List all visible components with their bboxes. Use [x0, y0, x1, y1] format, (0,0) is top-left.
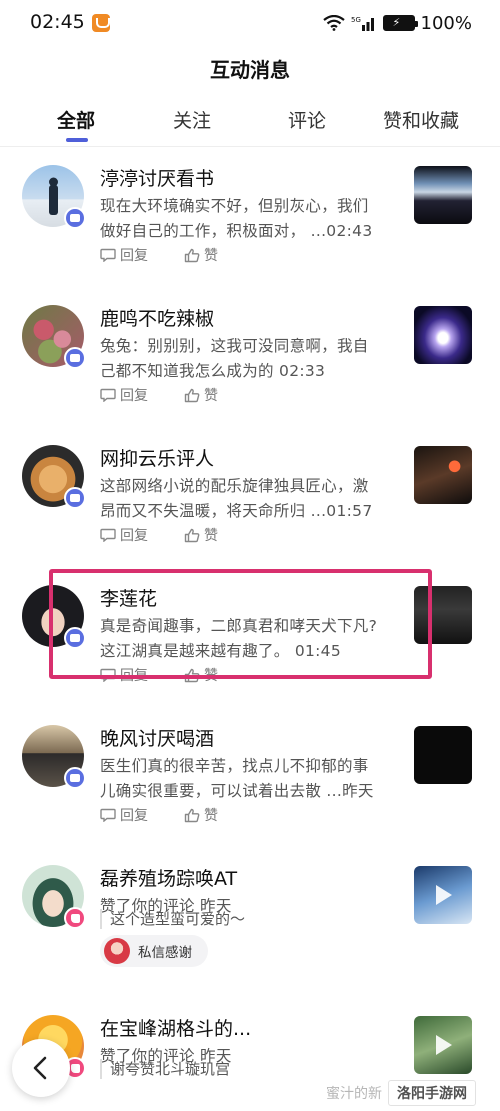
tab-comments[interactable]: 评论	[288, 106, 326, 133]
reply-label: 回复	[120, 388, 148, 404]
tab-likes-favorites[interactable]: 赞和收藏	[383, 106, 459, 133]
battery-level: 100%	[420, 12, 472, 34]
reply-label: 回复	[120, 248, 148, 264]
item-actions: 回复 赞	[100, 805, 254, 825]
battery-icon: ⚡	[382, 15, 418, 31]
like-label: 赞	[204, 528, 218, 544]
list-item[interactable]: 磊养殖场踪唤AT 赞了你的评论 昨天 这个造型蛮可爱的～ 私信感谢	[0, 865, 500, 1005]
status-time: 02:45	[30, 11, 85, 33]
comment-text-line: 做好自己的工作，积极面对， ...02:43	[100, 222, 373, 240]
comment-text-line: 这部网络小说的配乐旋律独具匠心，激	[100, 477, 369, 495]
app-notification-icon	[92, 14, 110, 32]
signal-icon: 5G	[351, 16, 374, 31]
item-actions: 回复 赞	[100, 245, 254, 265]
tab-bar: 全部 关注 评论 赞和收藏	[0, 100, 500, 144]
watermark-logo: 洛阳手游网	[388, 1080, 476, 1106]
status-bar: 02:45 5G ⚡ 100%	[0, 0, 500, 46]
list-item[interactable]: 网抑云乐评人 这部网络小说的配乐旋律独具匠心，激 昂而又不失温暖，将天命所归 .…	[0, 445, 500, 585]
watermark-text: 蜜汁的新	[326, 1086, 382, 1102]
user-name[interactable]: 在宝峰湖格斗的...	[100, 1014, 251, 1041]
chevron-left-icon	[33, 1056, 47, 1080]
user-name[interactable]: 网抑云乐评人	[100, 444, 214, 471]
reply-icon	[100, 248, 116, 262]
message-badge-icon	[64, 347, 86, 369]
thumbs-up-icon	[184, 808, 200, 822]
post-thumbnail[interactable]	[414, 306, 472, 364]
like-badge-icon	[64, 907, 86, 929]
post-thumbnail[interactable]	[414, 1016, 472, 1074]
thanks-label: 私信感谢	[138, 945, 192, 961]
comment-text-line: 现在大环境确实不好，但别灰心，我们	[100, 197, 369, 215]
highlight-box	[49, 569, 432, 679]
list-item[interactable]: 鹿鸣不吃辣椒 兔兔：别别别，这我可没同意啊，我自 己都不知道我怎么成为的 02:…	[0, 305, 500, 445]
thumbs-up-icon	[184, 248, 200, 262]
wifi-icon	[322, 15, 345, 31]
list-item[interactable]: 渟渟讨厌看书 现在大环境确实不好，但别灰心，我们 做好自己的工作，积极面对， .…	[0, 165, 500, 305]
thumbs-up-icon	[184, 528, 200, 542]
comment-text-line: 儿确实很重要，可以试着出去散 ...昨天	[100, 782, 374, 800]
item-actions: 回复 赞	[100, 525, 254, 545]
reply-button[interactable]: 回复	[100, 385, 148, 405]
tab-follow[interactable]: 关注	[173, 106, 211, 133]
network-type: 5G	[351, 16, 361, 24]
like-label: 赞	[204, 388, 218, 404]
comment-text-line: 己都不知道我怎么成为的 02:33	[100, 362, 326, 380]
page-title: 互动消息	[210, 58, 290, 82]
thanks-message-button[interactable]: 私信感谢	[100, 935, 208, 967]
watermark: 蜜汁的新 洛阳手游网	[326, 1080, 476, 1106]
back-button[interactable]	[12, 1039, 70, 1097]
tab-all[interactable]: 全部	[57, 106, 95, 133]
like-label: 赞	[204, 248, 218, 264]
message-badge-icon	[64, 207, 86, 229]
reply-button[interactable]: 回复	[100, 805, 148, 825]
comment-text-line: 兔兔：别别别，这我可没同意啊，我自	[100, 337, 369, 355]
user-name[interactable]: 鹿鸣不吃辣椒	[100, 304, 214, 331]
like-button[interactable]: 赞	[184, 245, 218, 265]
item-actions: 回复 赞	[100, 385, 254, 405]
reply-icon	[100, 808, 116, 822]
like-button[interactable]: 赞	[184, 525, 218, 545]
user-name[interactable]: 磊养殖场踪唤AT	[100, 864, 237, 891]
post-thumbnail[interactable]	[414, 866, 472, 924]
reply-button[interactable]: 回复	[100, 525, 148, 545]
reply-label: 回复	[120, 808, 148, 824]
user-name[interactable]: 晚风讨厌喝酒	[100, 724, 214, 751]
reply-icon	[100, 528, 116, 542]
reply-icon	[100, 388, 116, 402]
active-tab-indicator	[66, 138, 88, 142]
divider	[0, 146, 500, 147]
post-thumbnail[interactable]	[414, 446, 472, 504]
like-label: 赞	[204, 808, 218, 824]
quoted-comment: 这个造型蛮可爱的～	[100, 909, 245, 929]
like-button[interactable]: 赞	[184, 385, 218, 405]
reply-button[interactable]: 回复	[100, 245, 148, 265]
avatar	[104, 938, 130, 964]
like-button[interactable]: 赞	[184, 805, 218, 825]
post-thumbnail[interactable]	[414, 166, 472, 224]
message-badge-icon	[64, 487, 86, 509]
message-badge-icon	[64, 767, 86, 789]
quoted-comment: 谢夸赞北斗璇玑宫	[100, 1059, 230, 1079]
post-thumbnail[interactable]	[414, 726, 472, 784]
thumbs-up-icon	[184, 388, 200, 402]
status-indicators: 5G ⚡ 100%	[322, 11, 472, 35]
user-name[interactable]: 渟渟讨厌看书	[100, 164, 214, 191]
comment-text-line: 医生们真的很辛苦，找点儿不抑郁的事	[100, 757, 369, 775]
list-item[interactable]: 晚风讨厌喝酒 医生们真的很辛苦，找点儿不抑郁的事 儿确实很重要，可以试着出去散 …	[0, 725, 500, 865]
comment-text-line: 昂而又不失温暖，将天命所归 ...01:57	[100, 502, 373, 520]
reply-label: 回复	[120, 528, 148, 544]
